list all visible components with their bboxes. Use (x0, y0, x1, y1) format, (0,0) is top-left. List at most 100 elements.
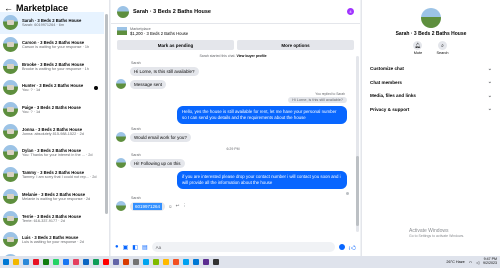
mic-icon[interactable]: ● (115, 244, 119, 250)
quoted-message[interactable]: Hi Lorne, is this still available? (288, 97, 347, 103)
chat-badge[interactable]: 4 (347, 8, 354, 15)
taskbar-app-icon[interactable] (63, 259, 69, 265)
taskbar-app-icon[interactable] (143, 259, 149, 265)
conversation-item[interactable]: Dylan · 3 Beds 2 Baths House You: Thanks … (0, 142, 104, 164)
taskbar-app-icon[interactable] (43, 259, 49, 265)
taskbar-app-icon[interactable] (153, 259, 159, 265)
panel-section-label: Chat members (370, 79, 402, 85)
taskbar-app-icon[interactable] (33, 259, 39, 265)
taskbar-app-icon[interactable] (213, 259, 219, 265)
chat-title[interactable]: Sarah · 3 Beds 2 Baths House (133, 9, 347, 15)
chat-pane: Sarah · 3 Beds 2 Baths House 4 Marketpla… (111, 0, 360, 256)
conversation-item[interactable]: Melanie · 3 Beds 2 Baths House Melanie is… (0, 186, 104, 208)
taskbar-app-icon[interactable] (113, 259, 119, 265)
thumbs-up-icon[interactable]: 👍︎ (349, 243, 356, 252)
activate-windows-watermark: Activate Windows Go to Settings to activ… (409, 228, 464, 238)
taskbar-app-icon[interactable] (103, 259, 109, 265)
chat-avatar[interactable] (117, 5, 129, 18)
taskbar-app-icon[interactable] (53, 259, 59, 265)
message-input[interactable]: Aa (151, 242, 335, 252)
view-profile-link[interactable]: View buyer profile (236, 54, 266, 58)
selected-phone-number[interactable]: 6019971264 (133, 202, 163, 210)
taskbar-app-icon[interactable] (83, 259, 89, 265)
volume-icon[interactable]: ◁ (476, 260, 479, 265)
taskbar-app-icon[interactable] (203, 259, 209, 265)
listing-card[interactable]: Marketplace $1,200 · 3 Beds 2 Baths Hous… (111, 24, 360, 38)
more-options-button[interactable]: More options (237, 40, 354, 50)
avatar-spacer (116, 66, 126, 76)
message-row: 6019971264 ☺ ↩ ⋮ (111, 200, 355, 211)
taskbar-app-icon[interactable] (93, 259, 99, 265)
conversation-item[interactable]: Jonna · 3 Beds 2 Baths House Jonna: absol… (0, 120, 104, 142)
conversation-item[interactable]: Luis · 3 Beds 2 Baths House Luis is waiti… (0, 229, 104, 251)
conversation-item[interactable]: Tammy · 3 Beds 2 Baths House Tammy: I am … (0, 164, 104, 186)
conversation-item[interactable]: Brooke · 3 Beds 2 Baths House Brooke is w… (0, 55, 104, 77)
emoji-icon[interactable] (338, 244, 345, 250)
panel-section[interactable]: Customize chat ⌄ (362, 62, 500, 76)
taskbar-app-icon[interactable] (3, 259, 9, 265)
incoming-message[interactable]: 6019971264 (130, 201, 166, 211)
taskbar-app-icon[interactable] (193, 259, 199, 265)
chat-started-notice: Sarah started this chat. View buyer prof… (199, 54, 267, 58)
search-button[interactable]: ⌕ Search (436, 41, 449, 55)
avatar[interactable] (116, 157, 126, 168)
conversation-item[interactable]: Paige · 3 Beds 2 Baths House You: ? · 1d (0, 99, 104, 121)
conversation-item[interactable]: Terrie · 3 Beds 2 Baths House Terrie: 616… (0, 207, 104, 229)
wifi-icon[interactable]: ◠ (469, 260, 472, 265)
outgoing-message[interactable]: Hello, yes the house is still available … (177, 106, 347, 124)
message-input-placeholder: Aa (155, 244, 162, 250)
sidebar-scrollbar[interactable] (105, 14, 108, 214)
weather-widget[interactable]: 26°C Haze (446, 260, 464, 264)
incoming-message[interactable]: Message sent (130, 80, 167, 89)
timestamp-separator: 6:29 PM (226, 146, 240, 151)
conversation-item[interactable]: Sarah · 3 Beds 2 Baths House Sarah: 60199… (0, 12, 104, 34)
conversation-avatar (3, 102, 18, 118)
panel-sections: Customize chat ⌄ Chat members ⌄ Media, files… (362, 62, 500, 116)
avatar[interactable] (116, 200, 126, 211)
sticker-icon[interactable]: ◧ (132, 244, 138, 251)
mark-pending-button[interactable]: Mark as pending (117, 40, 234, 50)
taskbar-app-icon[interactable] (13, 259, 19, 265)
conversation-preview: Jonna: absolutely 815-988-1522 · 2d (22, 131, 84, 136)
panel-avatar[interactable] (421, 8, 441, 28)
conversation-item[interactable]: Hunter · 3 Beds 2 Baths House You: ? · 1d (0, 77, 104, 99)
chevron-down-icon: ⌄ (487, 92, 492, 99)
panel-name: Sarah · 3 Beds 2 Baths House (395, 31, 467, 37)
chat-scrollbar[interactable] (356, 56, 359, 232)
conversation-preview: Terrie: 616-337-9177 · 2d (22, 218, 65, 223)
taskbar-app-icon[interactable] (73, 259, 79, 265)
more-icon[interactable]: ⋮ (182, 203, 187, 209)
photo-icon[interactable]: ▣ (123, 244, 129, 251)
reply-icon[interactable]: ↩ (176, 203, 180, 209)
conversation-item[interactable]: Carson · 3 Beds 2 Baths House Carson is w… (0, 34, 104, 56)
taskbar-app-icon[interactable] (173, 259, 179, 265)
incoming-message[interactable]: Would email work for you? (130, 132, 191, 142)
taskbar-app-icon[interactable] (123, 259, 129, 265)
react-icon[interactable]: ☺ (168, 204, 173, 209)
conversation-avatar (3, 210, 18, 226)
panel-section[interactable]: Privacy & support ⌄ (362, 103, 500, 117)
panel-section-label: Customize chat (370, 66, 404, 72)
taskbar-app-icon[interactable] (163, 259, 169, 265)
chat-info-panel: Sarah · 3 Beds 2 Baths House 🔔︎ Mute ⌕ S… (361, 0, 500, 256)
panel-section[interactable]: Chat members ⌄ (362, 76, 500, 90)
gif-icon[interactable]: ▤ (142, 244, 148, 251)
taskbar-app-icon[interactable] (23, 259, 29, 265)
search-icon: ⌕ (438, 41, 447, 50)
taskbar-app-icon[interactable] (133, 259, 139, 265)
conversation-avatar (3, 167, 18, 183)
conversation-preview: You: Thanks for your interest in the ...… (22, 153, 93, 158)
avatar[interactable] (116, 131, 126, 142)
clock[interactable]: 9:47 PM 9/2/2023 (483, 257, 497, 266)
avatar[interactable] (116, 79, 126, 89)
incoming-message[interactable]: Hi Lorne, Is this still available? (130, 67, 199, 76)
panel-section[interactable]: Media, files and links ⌄ (362, 89, 500, 103)
taskbar-apps (3, 259, 223, 265)
outgoing-message[interactable]: if you are interested please drop your c… (177, 170, 347, 189)
conversation-preview: Carson is waiting for your response · 1h (22, 45, 90, 50)
conversation-preview: You: ? · 1d (22, 88, 41, 93)
mute-button[interactable]: 🔔︎ Mute (413, 41, 423, 55)
message-list: Sarah started this chat. View buyer prof… (111, 54, 355, 230)
taskbar-app-icon[interactable] (183, 259, 189, 265)
incoming-message[interactable]: Hi! Following up on this (130, 158, 185, 168)
